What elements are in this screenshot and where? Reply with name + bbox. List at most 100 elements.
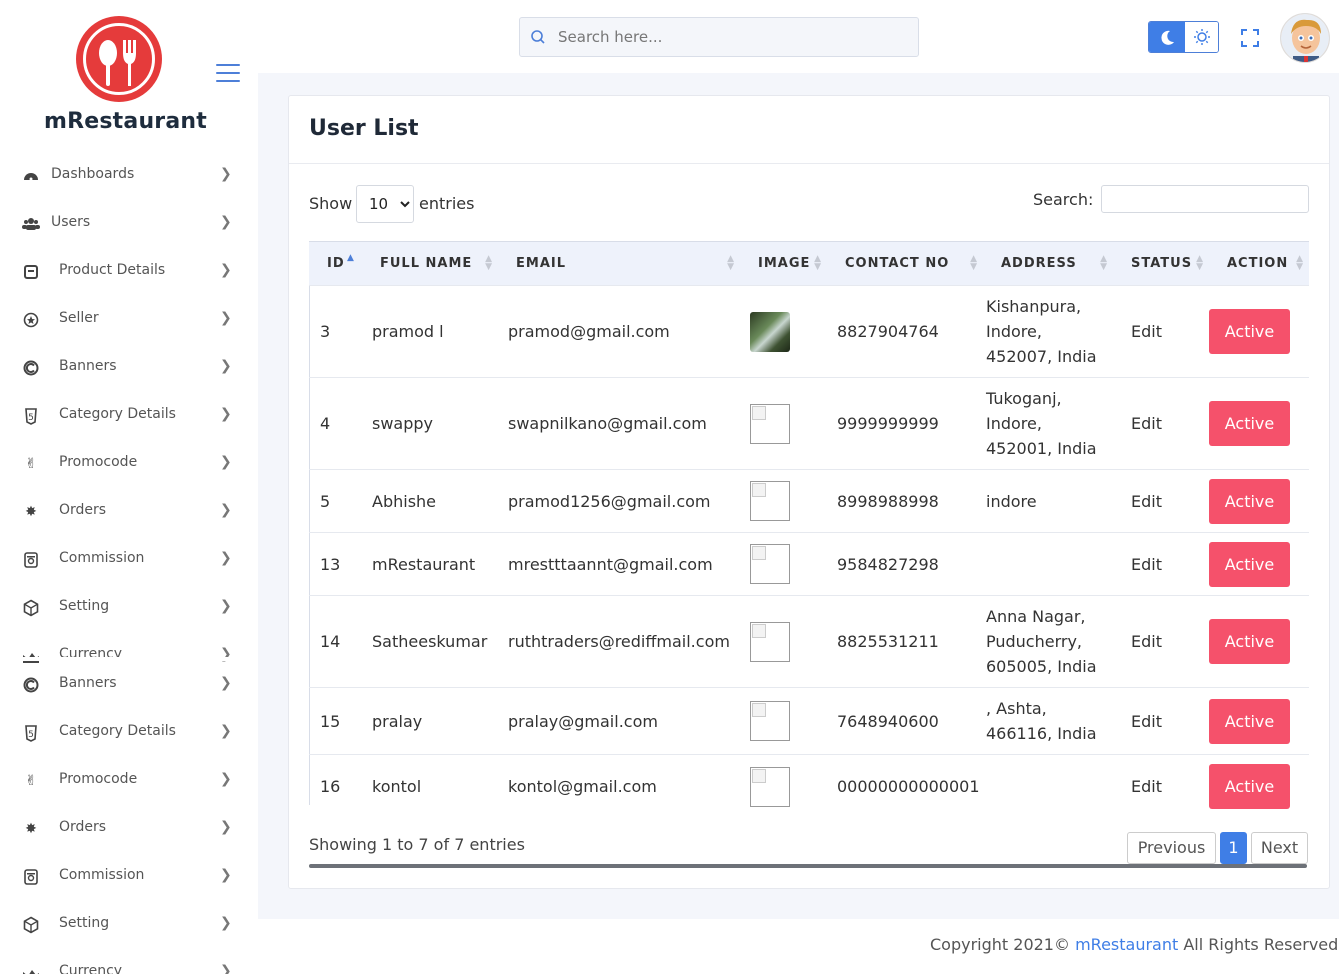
column-header-id[interactable]: ID ▲ [309,241,362,286]
category-icon: 5 [22,724,40,742]
fullscreen-icon[interactable] [1240,28,1260,48]
column-header-address[interactable]: ADDRESS ▲ ▼ [983,241,1113,286]
cell-contact: 8825531211 [827,595,983,688]
sidebar-item-orders[interactable]: ✸ Orders ❯ [0,805,258,853]
setting-icon [22,916,40,934]
chevron-right-icon: ❯ [220,819,232,835]
column-header-action[interactable]: ACTION ▲ ▼ [1209,241,1309,286]
cell-id: 14 [309,595,362,688]
cell-address: Tukoganj, Indore, 452001, India [983,377,1113,470]
moon-icon [1161,30,1174,45]
edit-link[interactable]: Edit [1131,777,1162,796]
table-search-label: Search: [1033,190,1094,209]
cell-status: Edit [1113,469,1209,533]
active-button[interactable]: Active [1209,309,1290,354]
user-photo-broken [750,621,790,662]
dashboard-icon [22,167,40,185]
column-header-email[interactable]: EMAIL ▲ ▼ [498,241,740,286]
page-1-button[interactable]: 1 [1220,832,1247,864]
cell-email: mrestttaannt@gmail.com [498,532,740,596]
footer-rights: All Rights Reserved. [1178,935,1339,954]
edit-link[interactable]: Edit [1131,555,1162,574]
sort-icon: ▲ ▼ [727,254,734,272]
cell-image [740,469,827,533]
chevron-right-icon: ❯ [220,310,232,326]
address-line: Puducherry, [986,632,1083,651]
address-line: 466116, India [986,724,1097,743]
avatar[interactable] [1280,13,1330,63]
edit-link[interactable]: Edit [1131,632,1162,651]
column-header-status[interactable]: STATUS ▲ ▼ [1113,241,1209,286]
cell-address: Kishanpura, Indore, 452007, India [983,285,1113,378]
promocode-icon: ✌ [25,456,37,472]
sidebar-item-users[interactable]: Users ❯ [0,200,258,248]
chevron-right-icon: ❯ [220,963,232,974]
cell-action: Active [1209,687,1309,755]
table-search-input[interactable] [1101,185,1309,213]
cell-address [983,754,1113,819]
edit-link[interactable]: Edit [1131,492,1162,511]
sidebar-item-setting[interactable]: Setting ❯ [0,584,258,632]
cell-image [740,595,827,688]
active-button[interactable]: Active [1209,619,1290,664]
sidebar-item-orders[interactable]: ✸ Orders ❯ [0,488,258,536]
sidebar-item-category-details[interactable]: 5 Category Details ❯ [0,709,258,757]
table-row: 5 Abhishe pramod1256@gmail.com 8998988998 in… [309,469,1309,533]
cell-id: 15 [309,687,362,755]
menu-toggle-icon[interactable] [216,64,240,82]
edit-link[interactable]: Edit [1131,712,1162,731]
sidebar-menu-repeat: Banners ❯ 5 Category Details ❯ ✌ Promoco… [0,661,258,974]
sidebar-item-commission[interactable]: Commission ❯ [0,853,258,901]
previous-button[interactable]: Previous [1127,832,1216,864]
user-photo-broken [750,403,790,444]
address-line: Tukoganj, [986,389,1062,408]
logo[interactable]: mRestaurant [44,16,207,134]
footer-brand-link[interactable]: mRestaurant [1075,935,1178,954]
column-header-full-name[interactable]: FULL NAME ▲ ▼ [362,241,498,286]
sidebar-item-currency[interactable]: Currency ❯ [0,949,258,974]
broken-image-icon [752,405,766,420]
cell-address: Anna Nagar, Puducherry, 605005, India [983,595,1113,688]
sidebar-item-banners[interactable]: Banners ❯ [0,661,258,709]
active-button[interactable]: Active [1209,698,1290,744]
sidebar-item-category-details[interactable]: 5 Category Details ❯ [0,392,258,440]
entries-select[interactable]: 10 [356,185,414,223]
sidebar-item-product-details[interactable]: Product Details ❯ [0,248,258,296]
global-search [519,17,919,57]
column-label: FULL NAME [380,256,473,271]
light-mode-button[interactable] [1185,22,1218,52]
sidebar-item-banners[interactable]: Banners ❯ [0,344,258,392]
active-button[interactable]: Active [1209,541,1290,587]
active-button[interactable]: Active [1209,401,1290,446]
page-title: User List [309,116,419,141]
dark-mode-button[interactable] [1149,22,1185,52]
cell-address: indore [983,469,1113,533]
address-line: Kishanpura, [986,297,1082,316]
address-line: indore [986,491,1037,511]
edit-link[interactable]: Edit [1131,414,1162,433]
edit-link[interactable]: Edit [1131,322,1162,341]
address-line: Indore, [986,322,1042,341]
orders-icon: ✸ [25,504,37,520]
next-button[interactable]: Next [1251,832,1308,864]
sidebar-item-label: Product Details [59,262,166,278]
setting-icon [22,599,40,617]
sidebar-item-promocode[interactable]: ✌ Promocode ❯ [0,757,258,805]
chevron-right-icon: ❯ [220,550,232,566]
sidebar-item-dashboards[interactable]: Dashboards ❯ [0,152,258,200]
sidebar-item-setting[interactable]: Setting ❯ [0,901,258,949]
show-label: Show [309,194,353,213]
sidebar-item-promocode[interactable]: ✌ Promocode ❯ [0,440,258,488]
search-input[interactable] [558,24,908,50]
address-line: 452007, India [986,347,1097,366]
column-header-contact-no[interactable]: CONTACT NO ▲ ▼ [827,241,983,286]
horizontal-scrollbar[interactable] [309,864,1307,868]
active-button[interactable]: Active [1209,764,1290,810]
column-header-image[interactable]: IMAGE ▲ ▼ [740,241,827,286]
sidebar-item-commission[interactable]: Commission ❯ [0,536,258,584]
table-info: Showing 1 to 7 of 7 entries [309,835,525,854]
active-button[interactable]: Active [1209,478,1290,524]
table-row: 4 swappy swapnilkano@gmail.com 9999999999 Tu… [309,377,1309,470]
sort-icon: ▲ ▼ [485,254,492,272]
sidebar-item-seller[interactable]: Seller ❯ [0,296,258,344]
